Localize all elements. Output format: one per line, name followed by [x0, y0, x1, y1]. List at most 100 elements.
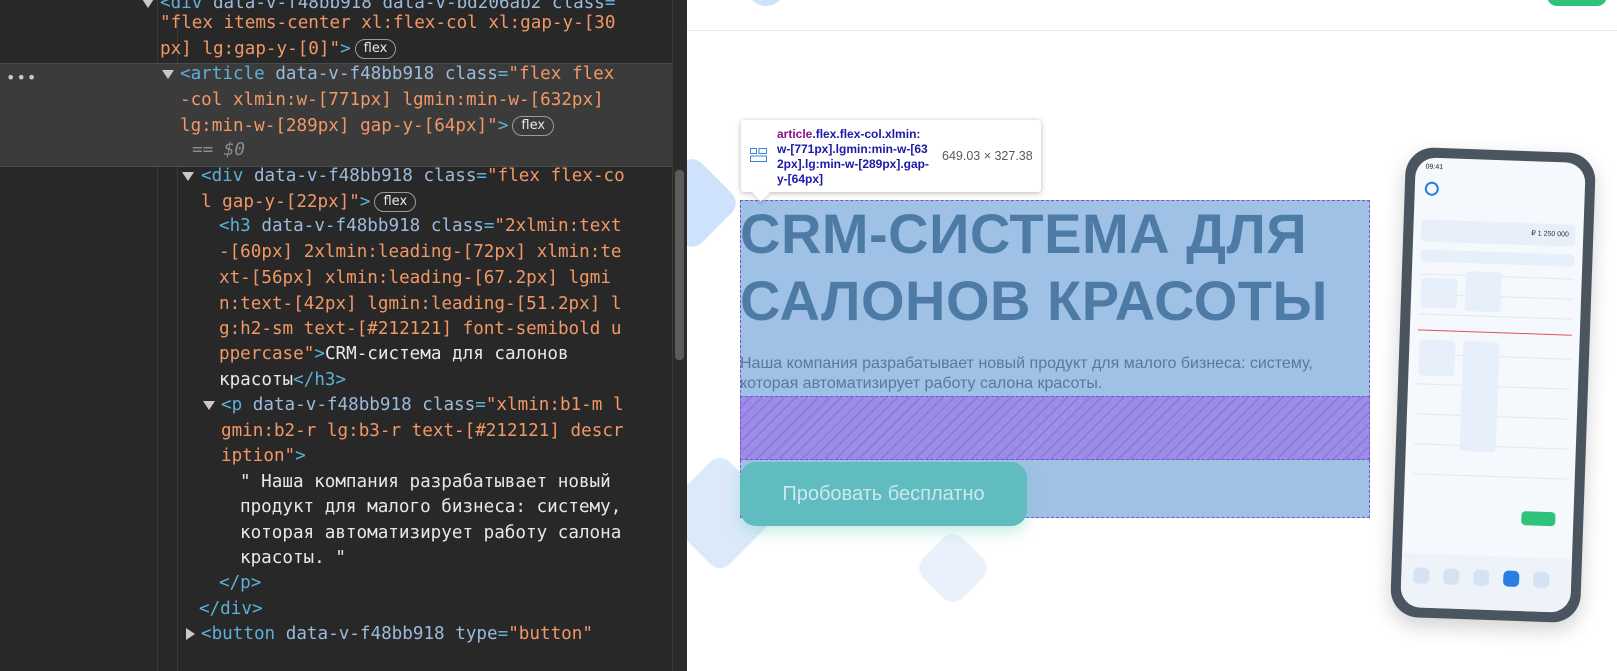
- phone-mockup-image: 09:41 ₽ 1 250 000: [1389, 146, 1597, 624]
- dom-token: " Наша компания разрабатывает новый: [240, 472, 611, 492]
- dom-token: >: [359, 192, 371, 212]
- dom-tree-line[interactable]: которая автоматизирует работу салона: [240, 520, 621, 546]
- phone-amount: ₽ 1 250 000: [1531, 230, 1569, 239]
- dom-token: iption": [221, 446, 296, 466]
- dom-tree-line[interactable]: <p data-v-f48bb918 class="xlmin:b1-m l: [221, 392, 624, 418]
- dom-tree-line[interactable]: " Наша компания разрабатывает новый: [240, 469, 611, 495]
- phone-screen: 09:41 ₽ 1 250 000: [1400, 157, 1586, 613]
- dom-tree-line[interactable]: iption">: [221, 443, 306, 469]
- dom-token: CRM-система для салонов: [324, 344, 569, 364]
- phone-grid-line: [1418, 313, 1573, 320]
- dom-token: <p: [221, 395, 253, 415]
- expand-triangle-icon[interactable]: [182, 172, 194, 181]
- dom-tree-line[interactable]: <h3 data-v-f48bb918 class="2xlmin:text: [219, 213, 622, 239]
- collapse-triangle-icon[interactable]: [186, 628, 195, 640]
- phone-now-line: [1417, 329, 1572, 336]
- dom-tree-line[interactable]: </p>: [219, 570, 261, 596]
- dom-token: =: [475, 395, 486, 415]
- phone-nav-icon: [1443, 568, 1460, 585]
- dom-token: data-v-f48bb918: [253, 166, 424, 186]
- dom-token: xt-[56px] xlmin:leading-[67.2px] lgmi: [219, 268, 611, 288]
- flex-badge[interactable]: flex: [374, 192, 417, 212]
- dom-token: =: [497, 624, 509, 644]
- dom-token: gmin:b2-r lg:b3-r text-[#212121] descr: [221, 421, 624, 441]
- flex-badge[interactable]: flex: [512, 116, 555, 136]
- dom-token: =: [483, 216, 495, 236]
- dom-token: px] lg:gap-y-[0]": [160, 39, 341, 59]
- dom-tree-line[interactable]: </div>: [199, 596, 263, 622]
- dom-token: l gap-y-[22px]": [201, 192, 360, 212]
- node-actions-icon[interactable]: •••: [6, 65, 37, 91]
- expand-triangle-icon[interactable]: [142, 0, 154, 8]
- dom-tree-line[interactable]: n:text-[42px] lgmin:leading-[51.2px] l: [219, 291, 622, 317]
- dom-tree-line[interactable]: "flex items-center xl:flex-col xl:gap-y-…: [160, 10, 615, 36]
- dom-tree-line[interactable]: px] lg:gap-y-[0]"> flex: [160, 36, 397, 62]
- dom-tree-line[interactable]: g:h2-sm text-[#212121] font-semibold u: [219, 316, 622, 342]
- dom-token: -col xlmin:w-[771px] lgmin:min-w-[632px]: [180, 90, 604, 110]
- phone-grid-line: [1412, 473, 1567, 480]
- dom-tree-line[interactable]: l gap-y-[22px]"> flex: [201, 189, 417, 215]
- dom-tree-line[interactable]: красоты. ": [240, 545, 346, 571]
- dom-token: "flex flex-co: [487, 166, 625, 186]
- dom-token: <div: [201, 166, 254, 186]
- tooltip-size: 649.03 × 327.38: [942, 149, 1033, 163]
- expand-triangle-icon[interactable]: [162, 70, 174, 79]
- dom-token: "button": [508, 624, 593, 644]
- dom-token: =: [476, 166, 488, 186]
- devtools-scroll-thumb[interactable]: [675, 170, 684, 360]
- dom-token: >: [314, 344, 325, 364]
- phone-nav-icon: [1532, 571, 1550, 589]
- hero-title: CRM-система для салонов красоты: [740, 202, 1328, 332]
- dom-tree-line[interactable]: == $0: [192, 137, 245, 163]
- phone-staff-row: [1420, 249, 1575, 267]
- dom-token: data-v-f48bb918: [261, 216, 431, 236]
- dom-token: class: [422, 395, 476, 415]
- dom-tree-line[interactable]: продукт для малого бизнеса: систему,: [240, 494, 621, 520]
- dom-token: data-v-f48bb918: [275, 64, 445, 84]
- dom-token: g:h2-sm text-[#212121] font-semibold u: [219, 319, 622, 339]
- dom-token: которая автоматизирует работу салона: [240, 523, 622, 543]
- try-free-button[interactable]: Пробовать бесплатно: [740, 462, 1027, 526]
- flex-badge[interactable]: flex: [354, 39, 397, 59]
- phone-nav-icon: [1472, 569, 1490, 586]
- dom-token: <article: [180, 64, 276, 84]
- dom-token: продукт для малого бизнеса: систему,: [240, 497, 622, 517]
- dom-token: <button: [201, 624, 286, 644]
- dom-token: >: [497, 116, 509, 136]
- dom-tree-line[interactable]: <article data-v-f48bb918 class="flex fle…: [180, 61, 614, 87]
- phone-nav-icon: [1413, 567, 1430, 584]
- dom-token: >: [340, 39, 351, 59]
- inspect-tooltip: article.flex.flex-col.xlmin:w-[771px].lg…: [741, 120, 1041, 192]
- dom-token: class: [430, 216, 484, 236]
- dom-token: </p>: [219, 573, 262, 593]
- dom-tree-line[interactable]: <button data-v-f48bb918 type="button": [201, 621, 593, 647]
- dom-token: class: [444, 64, 498, 84]
- appointment-card: [1464, 270, 1502, 313]
- dom-tree-line[interactable]: xt-[56px] xlmin:leading-[67.2px] lgmi: [219, 265, 611, 291]
- app-logo-icon: [1424, 181, 1440, 196]
- dom-token: class: [423, 166, 477, 186]
- phone-nav-icon: [1502, 570, 1520, 588]
- tooltip-selector: article.flex.flex-col.xlmin:w-[771px].lg…: [777, 127, 929, 187]
- dom-tree-line[interactable]: lg:min-w-[289px] gap-y-[64px]"> flex: [180, 113, 555, 139]
- dom-token: красоты. ": [240, 548, 346, 568]
- dom-token: =: [497, 64, 509, 84]
- dom-token: "2xlmin:text: [494, 216, 622, 236]
- dom-token: </div>: [199, 599, 263, 619]
- dom-tree-line[interactable]: красоты</h3>: [219, 367, 346, 393]
- dom-token: data-v-f48bb918: [285, 624, 456, 644]
- dom-token: >: [295, 446, 306, 466]
- header-button-fragment[interactable]: [1547, 0, 1607, 6]
- dom-token: <h3: [219, 216, 262, 236]
- dom-tree-line[interactable]: -[60px] 2xlmin:leading-[72px] xlmin:te: [219, 239, 622, 265]
- appointment-card: [1420, 277, 1458, 309]
- hero-description: Наша компания разрабатывает новый продук…: [740, 355, 1313, 392]
- appointment-card: [1418, 339, 1456, 377]
- dom-tree-line[interactable]: ppercase">CRM-система для салонов: [219, 341, 569, 367]
- dom-tree-line[interactable]: <div data-v-f48bb918 class="flex flex-co: [201, 163, 625, 189]
- expand-triangle-icon[interactable]: [203, 401, 215, 410]
- dom-tree-line[interactable]: -col xlmin:w-[771px] lgmin:min-w-[632px]: [180, 87, 604, 113]
- dom-tree-line[interactable]: gmin:b2-r lg:b3-r text-[#212121] descr: [221, 418, 624, 444]
- phone-time: 09:41: [1425, 163, 1444, 172]
- dom-token: "xlmin:b1-m l: [485, 395, 624, 415]
